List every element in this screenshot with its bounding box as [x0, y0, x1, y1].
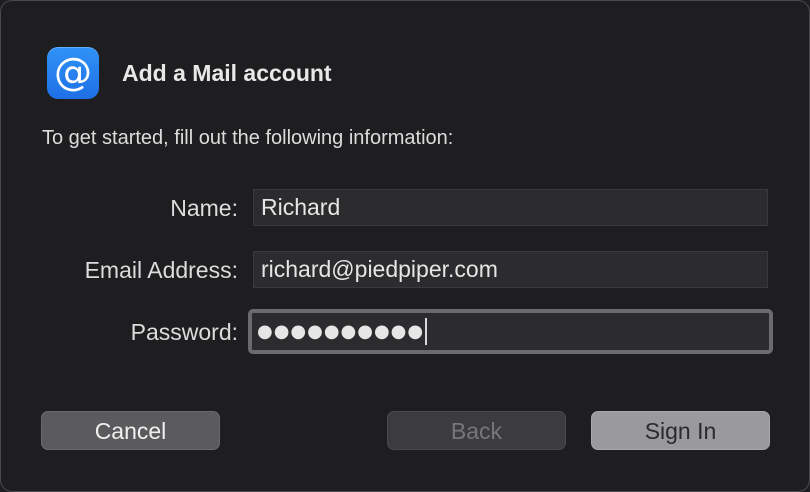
email-label: Email Address:: [84, 257, 238, 283]
password-label: Password:: [130, 319, 238, 345]
email-field[interactable]: richard@piedpiper.com: [253, 251, 768, 288]
mail-app-icon: @: [47, 47, 99, 99]
dialog-title: Add a Mail account: [122, 60, 332, 86]
name-label: Name:: [170, 195, 238, 221]
at-sign-icon: @: [54, 49, 92, 94]
back-button[interactable]: Back: [387, 411, 566, 450]
text-caret: [425, 318, 428, 345]
name-field[interactable]: Richard: [253, 189, 768, 226]
add-mail-account-dialog: @ Add a Mail account To get started, fil…: [0, 0, 810, 492]
password-field[interactable]: ●●●●●●●●●●: [248, 309, 773, 354]
password-mask: ●●●●●●●●●●: [257, 321, 425, 342]
name-field-value: Richard: [261, 194, 341, 220]
dialog-subtitle: To get started, fill out the following i…: [42, 127, 454, 149]
email-field-value: richard@piedpiper.com: [261, 256, 498, 282]
cancel-button[interactable]: Cancel: [41, 411, 220, 450]
sign-in-button[interactable]: Sign In: [591, 411, 770, 450]
